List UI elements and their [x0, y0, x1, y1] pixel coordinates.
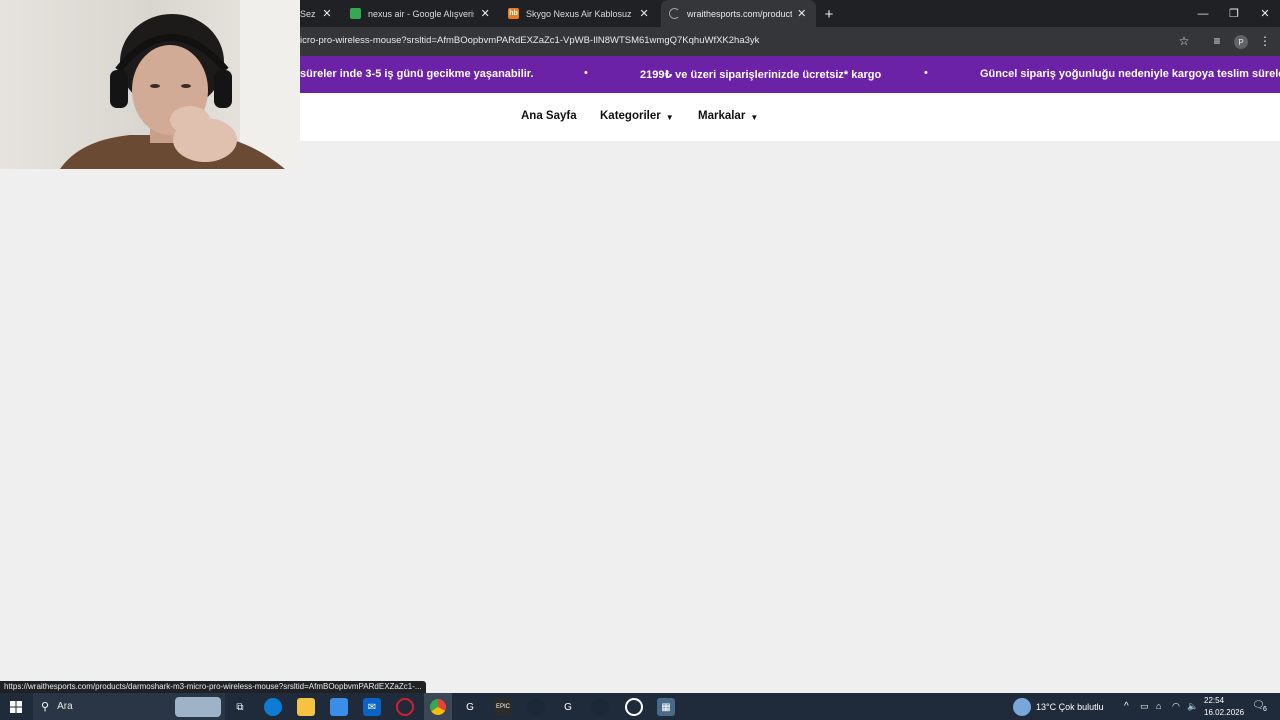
obs-icon[interactable]	[625, 698, 643, 716]
separator-dot: •	[924, 67, 928, 79]
calculator-icon[interactable]: ▦	[657, 698, 675, 716]
weather-text[interactable]: 13°C Çok bulutlu	[1036, 702, 1104, 712]
webcam-person-image	[0, 0, 300, 169]
url-field[interactable]: icro-pro-wireless-mouse?srsltid=AfmBOopb…	[300, 35, 759, 46]
close-icon[interactable]: ✕	[796, 7, 808, 21]
task-view-icon[interactable]: ⧉	[231, 698, 249, 716]
windows-taskbar: ⚲ Ara ⧉ ✉ G EPIC G ▦ 13°C Çok bulutlu ^ …	[0, 693, 1280, 720]
tab-title: Sez	[300, 8, 316, 19]
media-control-icon[interactable]: ≡	[1209, 33, 1225, 49]
close-window-button[interactable]: ✕	[1250, 0, 1280, 27]
mail-icon[interactable]: ✉	[363, 698, 381, 716]
weather-cloud-icon[interactable]	[1013, 698, 1031, 716]
close-icon[interactable]: ✕	[478, 7, 492, 21]
nav-label: Ana Sayfa	[521, 110, 577, 122]
close-icon[interactable]: ✕	[638, 7, 650, 21]
clock-time[interactable]: 22:54	[1204, 696, 1224, 705]
tab-4-active[interactable]: wraithesports.com/products/d ✕	[661, 0, 816, 27]
chevron-down-icon: ▼	[750, 112, 759, 122]
notification-count: 6	[1263, 706, 1267, 713]
clock-date[interactable]: 16.02.2026	[1204, 708, 1244, 717]
tab-title: Skygo Nexus Air Kablosuz 1000	[526, 8, 634, 19]
volume-icon[interactable]: 🔈	[1187, 701, 1198, 712]
epic-games-icon[interactable]: EPIC	[494, 698, 512, 716]
webcam-overlay	[0, 0, 300, 169]
tab-2[interactable]: nexus air - Google Alışveriş ✕	[342, 0, 500, 27]
chevron-up-icon[interactable]: ^	[1124, 701, 1129, 712]
file-explorer-icon[interactable]	[297, 698, 315, 716]
menu-icon[interactable]: ⋮	[1257, 33, 1273, 49]
close-icon[interactable]: ✕	[320, 7, 334, 21]
steam-icon[interactable]	[527, 698, 545, 716]
bookmark-star-icon[interactable]: ☆	[1176, 33, 1192, 49]
steam-icon-2[interactable]	[591, 698, 609, 716]
hepsiburada-icon: hb	[508, 8, 519, 19]
search-highlight-image	[175, 696, 221, 717]
search-icon: ⚲	[41, 701, 50, 713]
network-icon[interactable]: ⌂	[1156, 701, 1161, 711]
opera-icon[interactable]	[396, 698, 414, 716]
link-status-tooltip: https://wraithesports.com/products/darmo…	[0, 681, 426, 693]
new-tab-button[interactable]: +	[820, 5, 838, 23]
edge-icon[interactable]	[264, 698, 282, 716]
nav-brands-menu[interactable]: Markalar ▼	[698, 110, 758, 122]
profile-avatar[interactable]: P	[1234, 35, 1248, 49]
restore-button[interactable]: ❐	[1219, 0, 1249, 27]
windows-start-icon[interactable]	[7, 698, 25, 716]
ghub-icon[interactable]: G	[559, 698, 577, 716]
nav-home-link[interactable]: Ana Sayfa	[521, 110, 577, 122]
separator-dot: •	[584, 67, 588, 79]
tab-title: wraithesports.com/products/d	[687, 8, 792, 19]
minimize-button[interactable]: —	[1188, 0, 1218, 27]
announcement-text: süreler inde 3-5 iş günü gecikme yaşanab…	[300, 68, 534, 80]
logitech-ghub-icon[interactable]: G	[461, 698, 479, 716]
google-shopping-icon	[350, 8, 361, 19]
search-label: Ara	[57, 701, 73, 712]
tab-title: nexus air - Google Alışveriş	[368, 8, 475, 19]
chrome-icon[interactable]	[424, 693, 452, 720]
announcement-text: Güncel sipariş yoğunluğu nedeniyle kargo…	[980, 68, 1280, 80]
store-icon[interactable]	[330, 698, 348, 716]
nav-label: Markalar	[698, 110, 746, 122]
tab-3[interactable]: hb Skygo Nexus Air Kablosuz 1000 ✕	[500, 0, 658, 27]
loading-icon	[669, 8, 680, 19]
nav-label: Kategoriler	[600, 110, 661, 122]
taskbar-search[interactable]: ⚲ Ara	[33, 693, 225, 720]
chevron-down-icon: ▼	[665, 112, 674, 122]
nav-categories-menu[interactable]: Kategoriler ▼	[600, 110, 674, 122]
battery-icon[interactable]: ▭	[1140, 701, 1149, 712]
announcement-text: 2199₺ ve üzeri siparişlerinizde ücretsiz…	[640, 69, 882, 81]
wifi-icon[interactable]: ◠	[1172, 701, 1180, 712]
